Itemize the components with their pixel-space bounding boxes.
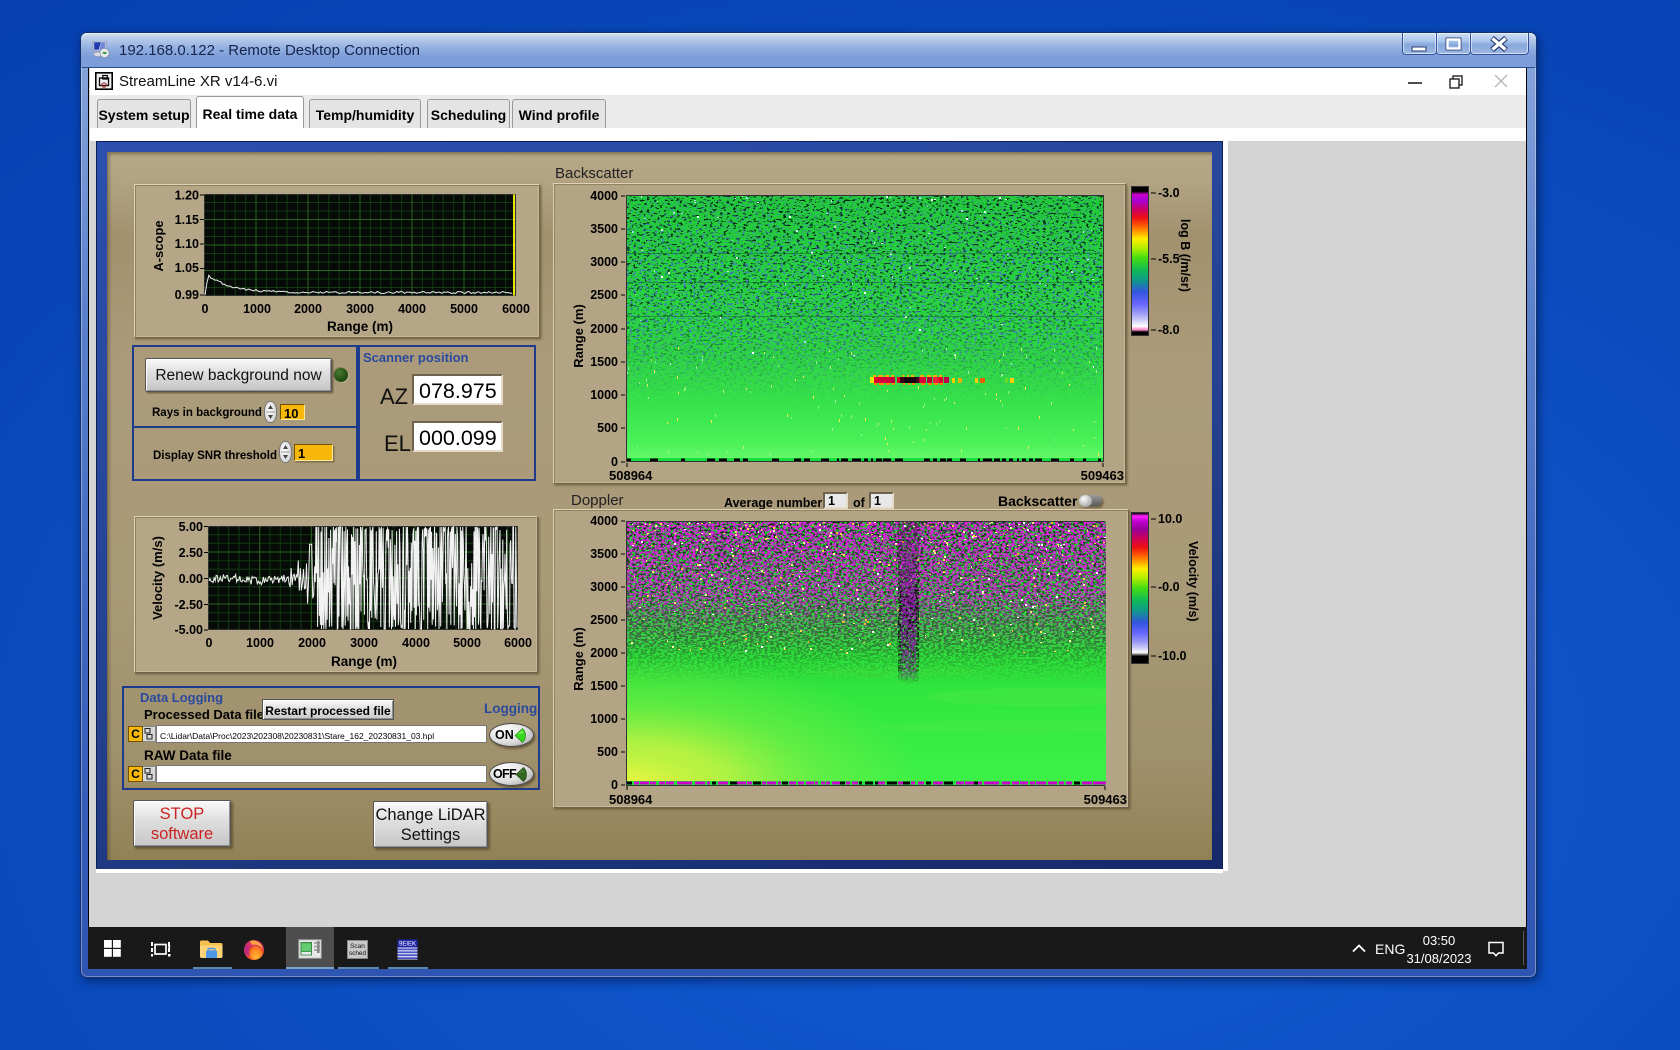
svg-text:1000: 1000 [243,302,271,316]
svg-text:0: 0 [611,778,618,792]
svg-text:4000: 4000 [398,302,426,316]
svg-text:509463: 509463 [1084,792,1127,807]
svg-text:1.05: 1.05 [175,261,199,275]
svg-text:5000: 5000 [450,302,478,316]
svg-text:3000: 3000 [346,302,374,316]
svg-text:0.99: 0.99 [175,288,199,302]
svg-text:3500: 3500 [590,547,618,561]
svg-text:1.15: 1.15 [175,213,199,227]
svg-text:4000: 4000 [590,189,618,203]
svg-text:3500: 3500 [590,222,618,236]
svg-text:2000: 2000 [590,646,618,660]
svg-text:1.10: 1.10 [175,237,199,251]
svg-text:A-scope: A-scope [151,220,166,271]
svg-text:3000: 3000 [590,580,618,594]
svg-text:Velocity (m/s): Velocity (m/s) [150,536,165,620]
svg-text:2000: 2000 [590,322,618,336]
svg-text:-5.5: -5.5 [1158,252,1180,266]
svg-text:Range (m): Range (m) [571,627,586,691]
svg-text:1.20: 1.20 [175,189,199,203]
svg-text:-2.50: -2.50 [175,598,204,612]
svg-text:4000: 4000 [402,636,430,650]
svg-text:2500: 2500 [590,613,618,627]
svg-text:509463: 509463 [1081,468,1124,483]
svg-text:6000: 6000 [502,302,530,316]
svg-text:-3.0: -3.0 [1158,186,1180,200]
svg-text:1000: 1000 [246,636,274,650]
svg-text:10.0: 10.0 [1158,512,1182,526]
svg-text:Range (m): Range (m) [327,319,393,334]
svg-text:3000: 3000 [350,636,378,650]
svg-text:Range (m): Range (m) [571,304,586,368]
svg-text:-8.0: -8.0 [1158,323,1180,337]
svg-text:0: 0 [611,455,618,469]
svg-text:1000: 1000 [590,388,618,402]
svg-text:508964: 508964 [609,792,653,807]
svg-text:1000: 1000 [590,712,618,726]
svg-text:-5.00: -5.00 [175,623,204,637]
svg-text:2000: 2000 [294,302,322,316]
svg-text:Range (m): Range (m) [331,654,397,669]
svg-text:2500: 2500 [590,288,618,302]
svg-text:9EIEK: 9EIEK [399,942,416,948]
svg-text:0.00: 0.00 [179,572,203,586]
svg-text:6000: 6000 [504,636,532,650]
svg-text:508964: 508964 [609,468,653,483]
svg-text:4000: 4000 [590,514,618,528]
svg-text:500: 500 [597,745,618,759]
svg-text:-10.0: -10.0 [1158,649,1187,663]
svg-text:1500: 1500 [590,679,618,693]
svg-text:-0.0: -0.0 [1158,580,1180,594]
svg-text:5000: 5000 [453,636,481,650]
svg-text:5.00: 5.00 [179,520,203,534]
svg-text:0: 0 [202,302,209,316]
svg-text:3000: 3000 [590,255,618,269]
svg-text:2.50: 2.50 [179,546,203,560]
svg-text:2000: 2000 [298,636,326,650]
svg-text:1500: 1500 [590,355,618,369]
svg-text:500: 500 [597,421,618,435]
svg-text:0: 0 [206,636,213,650]
